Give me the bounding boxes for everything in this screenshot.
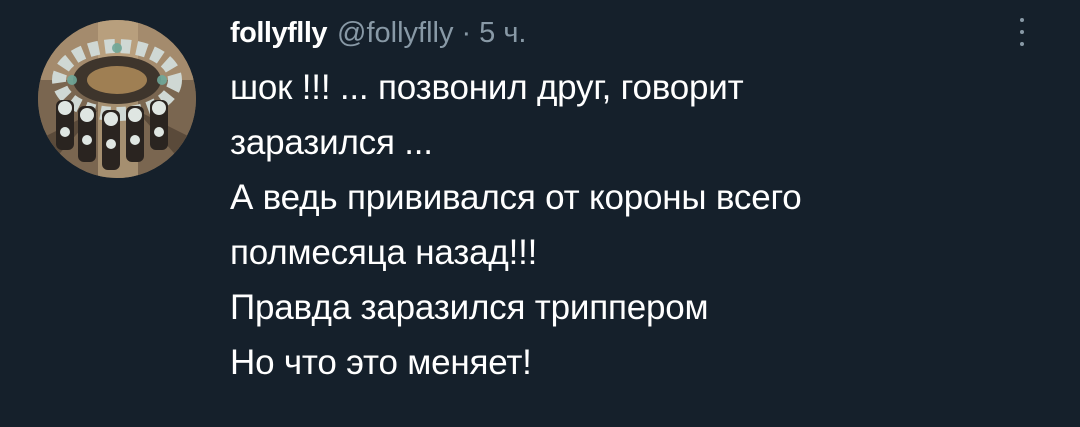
tweet-text-line: шок !!! ... позвонил друг, говорит	[230, 68, 744, 107]
tweet-header: follyflly @follyflly · 5 ч.	[230, 14, 1010, 52]
tweet-text-line: Но что это меняет!	[230, 343, 532, 382]
tweet-content: follyflly @follyflly · 5 ч. шок !!! ... …	[230, 14, 1010, 390]
tweet-text-line: Правда заразился триппером	[230, 288, 709, 327]
display-name[interactable]: follyflly	[230, 14, 328, 52]
tweet-card[interactable]: follyflly @follyflly · 5 ч. шок !!! ... …	[0, 0, 1080, 427]
tweet-text-line: А ведь прививался от короны всего	[230, 178, 802, 217]
timestamp[interactable]: 5 ч.	[479, 14, 526, 52]
avatar[interactable]	[38, 20, 196, 178]
avatar-image	[38, 20, 196, 178]
tweet-text: шок !!! ... позвонил друг, говорит зараз…	[230, 60, 1010, 390]
user-handle[interactable]: @follyflly	[337, 14, 453, 52]
more-vertical-icon[interactable]	[1010, 12, 1034, 56]
tweet-text-line: полмесяца назад!!!	[230, 233, 538, 272]
tweet-text-line: заразился ...	[230, 123, 433, 162]
separator-dot: ·	[461, 17, 472, 49]
